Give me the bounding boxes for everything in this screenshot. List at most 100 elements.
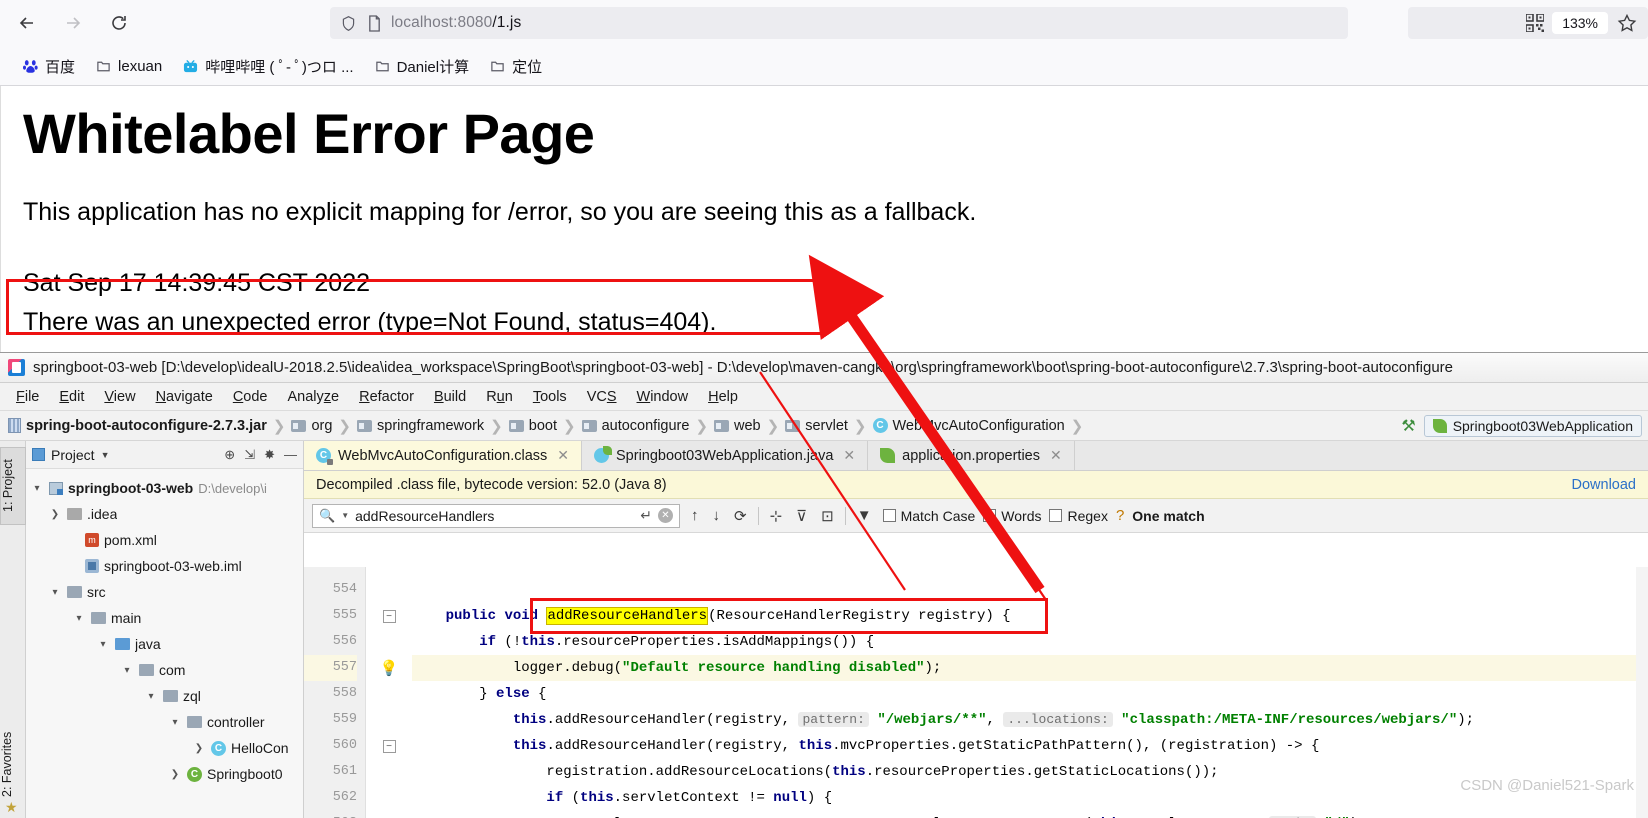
intention-bulb-icon[interactable]: 💡 [380, 659, 399, 677]
tree-item-com[interactable]: ▾ com [26, 657, 303, 683]
close-icon[interactable]: ✕ [843, 447, 855, 464]
chevron-down-icon[interactable]: ▾ [144, 691, 158, 702]
menu-item-build[interactable]: Build [424, 386, 476, 408]
editor-tab-webmvcautoconfiguration[interactable]: C WebMvcAutoConfiguration.class ✕ [304, 441, 583, 470]
tree-item-iml[interactable]: springboot-03-web.iml [26, 553, 303, 579]
menu-item-help[interactable]: Help [698, 386, 748, 408]
settings-gear-icon[interactable]: ✸ [264, 447, 275, 463]
breadcrumb-item-servlet[interactable]: servlet [785, 418, 848, 434]
tree-item-springboot-03-web[interactable]: ▾ springboot-03-web D:\develop\i [26, 475, 303, 501]
tree-item-zql[interactable]: ▾ zql [26, 683, 303, 709]
arrow-up-icon[interactable]: ↑ [688, 507, 702, 524]
match-case-checkbox[interactable]: Match Case [882, 508, 975, 524]
tool-window-project[interactable]: 1: Project [0, 447, 26, 525]
tool-window-favorites[interactable]: 2: Favorites [0, 716, 26, 812]
chevron-down-icon[interactable]: ▼ [101, 450, 110, 460]
tree-item-springboot-app[interactable]: ❯ C Springboot0 [26, 761, 303, 787]
close-icon[interactable]: ✕ [1050, 447, 1062, 464]
bookmark-item-baidu[interactable]: 百度 [14, 52, 83, 81]
menu-item-run[interactable]: Run [476, 386, 523, 408]
bookmark-item-daniel[interactable]: Daniel计算 [366, 52, 478, 81]
editor-tab-application-properties[interactable]: application.properties ✕ [868, 441, 1075, 470]
arrow-down-icon[interactable]: ↓ [710, 507, 724, 524]
menu-item-view[interactable]: View [94, 386, 145, 408]
words-checkbox[interactable]: Words [983, 508, 1041, 524]
bookmark-star-icon[interactable] [1612, 10, 1642, 36]
enter-return-icon[interactable]: ↵ [640, 507, 652, 524]
tree-item-controller[interactable]: ▾ controller [26, 709, 303, 735]
menu-item-refactor[interactable]: Refactor [349, 386, 424, 408]
qr-code-icon[interactable] [1522, 10, 1548, 36]
tree-item-hellocontroller[interactable]: ❯ C HelloCon [26, 735, 303, 761]
select-occurrences-icon[interactable]: ⊡ [818, 507, 837, 525]
fold-collapse-icon[interactable]: − [382, 739, 396, 753]
collapse-all-icon[interactable]: ⇲ [244, 447, 255, 463]
download-sources-link[interactable]: Download [1572, 477, 1637, 493]
back-button[interactable] [8, 6, 46, 40]
target-icon[interactable]: ⊕ [224, 447, 235, 463]
bookmark-item-bilibili[interactable]: 哔哩哔哩 ( ﾟ- ﾟ)つロ ... [174, 52, 361, 81]
menu-item-navigate[interactable]: Navigate [146, 386, 223, 408]
help-question-icon[interactable]: ? [1116, 507, 1124, 524]
hide-icon[interactable]: — [284, 447, 297, 462]
bookmark-label: 哔哩哔哩 ( ﾟ- ﾟ)つロ ... [205, 58, 354, 76]
menu-item-vcs[interactable]: VCS [577, 386, 627, 408]
chevron-down-icon[interactable]: ▾ [30, 483, 44, 494]
bookmark-item-lexuan[interactable]: lexuan [87, 54, 170, 79]
editor-scrollbar[interactable] [1636, 567, 1648, 818]
left-tool-window-strip: 1: Project 2: Favorites ★ [0, 441, 26, 818]
menu-item-edit[interactable]: Edit [49, 386, 94, 408]
tree-item-idea[interactable]: ❯ .idea [26, 501, 303, 527]
chevron-down-icon[interactable]: ▾ [48, 587, 62, 598]
run-configuration-selector[interactable]: Springboot03WebApplication [1423, 415, 1642, 437]
close-icon[interactable]: ✕ [557, 447, 569, 464]
menu-item-analyze[interactable]: Analyze [278, 386, 350, 408]
breadcrumb-item-jar[interactable]: spring-boot-autoconfigure-2.7.3.jar [8, 418, 267, 434]
reload-button[interactable] [100, 6, 138, 40]
breadcrumb-item-web[interactable]: web [714, 418, 761, 434]
build-hammer-icon[interactable]: ⚒ [1401, 416, 1415, 436]
chevron-right-icon[interactable]: ❯ [192, 743, 206, 754]
editor-tab-springboot03webapplication[interactable]: Springboot03WebApplication.java ✕ [582, 441, 869, 470]
select-all-occurrences-icon[interactable]: ⟳ [731, 507, 750, 525]
tree-item-label: pom.xml [104, 532, 157, 548]
remove-occurrence-icon[interactable]: ⊽ [793, 507, 810, 525]
chevron-down-icon[interactable]: ▾ [72, 613, 86, 624]
forward-button[interactable] [54, 6, 92, 40]
zoom-level-indicator[interactable]: 133% [1552, 12, 1608, 34]
chevron-down-icon[interactable]: ▾ [96, 639, 110, 650]
fold-collapse-icon[interactable]: − [382, 609, 396, 623]
find-toolbar: 🔍 ▼ addResourceHandlers ↵ ✕ ↑ ↓ ⟳ ⊹ ⊽ ⊡ … [304, 499, 1648, 533]
project-panel-title-group[interactable]: Project ▼ [32, 447, 110, 463]
tree-item-main[interactable]: ▾ main [26, 605, 303, 631]
menu-item-code[interactable]: Code [223, 386, 278, 408]
tree-item-src[interactable]: ▾ src [26, 579, 303, 605]
breadcrumb-item-boot[interactable]: boot [508, 418, 557, 434]
chevron-right-icon[interactable]: ❯ [48, 509, 62, 520]
menu-item-file[interactable]: File [6, 386, 49, 408]
tree-item-pom-xml[interactable]: m pom.xml [26, 527, 303, 553]
breadcrumb-item-springframework[interactable]: springframework [357, 418, 484, 434]
qr-glyph [1526, 14, 1545, 32]
clear-circle-icon[interactable]: ✕ [658, 508, 673, 523]
address-bar[interactable]: localhost:8080/1.js [330, 7, 1348, 39]
page-timestamp: Sat Sep 17 14:39:45 CST 2022 [23, 269, 371, 297]
regex-checkbox[interactable]: Regex [1049, 508, 1108, 524]
chevron-down-icon[interactable]: ▼ [341, 511, 349, 520]
chevron-down-icon[interactable]: ▾ [120, 665, 134, 676]
breadcrumb-separator: ❯ [490, 417, 503, 435]
search-input[interactable]: 🔍 ▼ addResourceHandlers ↵ ✕ [312, 503, 680, 528]
breadcrumb-item-autoconfigure[interactable]: autoconfigure [581, 418, 689, 434]
menu-item-window[interactable]: Window [627, 386, 699, 408]
run-configuration-area: ⚒ Springboot03WebApplication [1401, 411, 1648, 441]
chevron-down-icon[interactable]: ▾ [168, 717, 182, 728]
tree-item-java[interactable]: ▾ java [26, 631, 303, 657]
marker-row: − [366, 733, 412, 759]
filter-icon[interactable]: ▼ [854, 507, 875, 524]
menu-item-tools[interactable]: Tools [523, 386, 577, 408]
add-occurrence-icon[interactable]: ⊹ [767, 507, 786, 525]
breadcrumb-item-class[interactable]: C WebMvcAutoConfiguration [872, 418, 1065, 434]
bookmark-item-dingwei[interactable]: 定位 [481, 52, 550, 81]
breadcrumb-item-org[interactable]: org [291, 418, 332, 434]
chevron-right-icon[interactable]: ❯ [168, 769, 182, 780]
